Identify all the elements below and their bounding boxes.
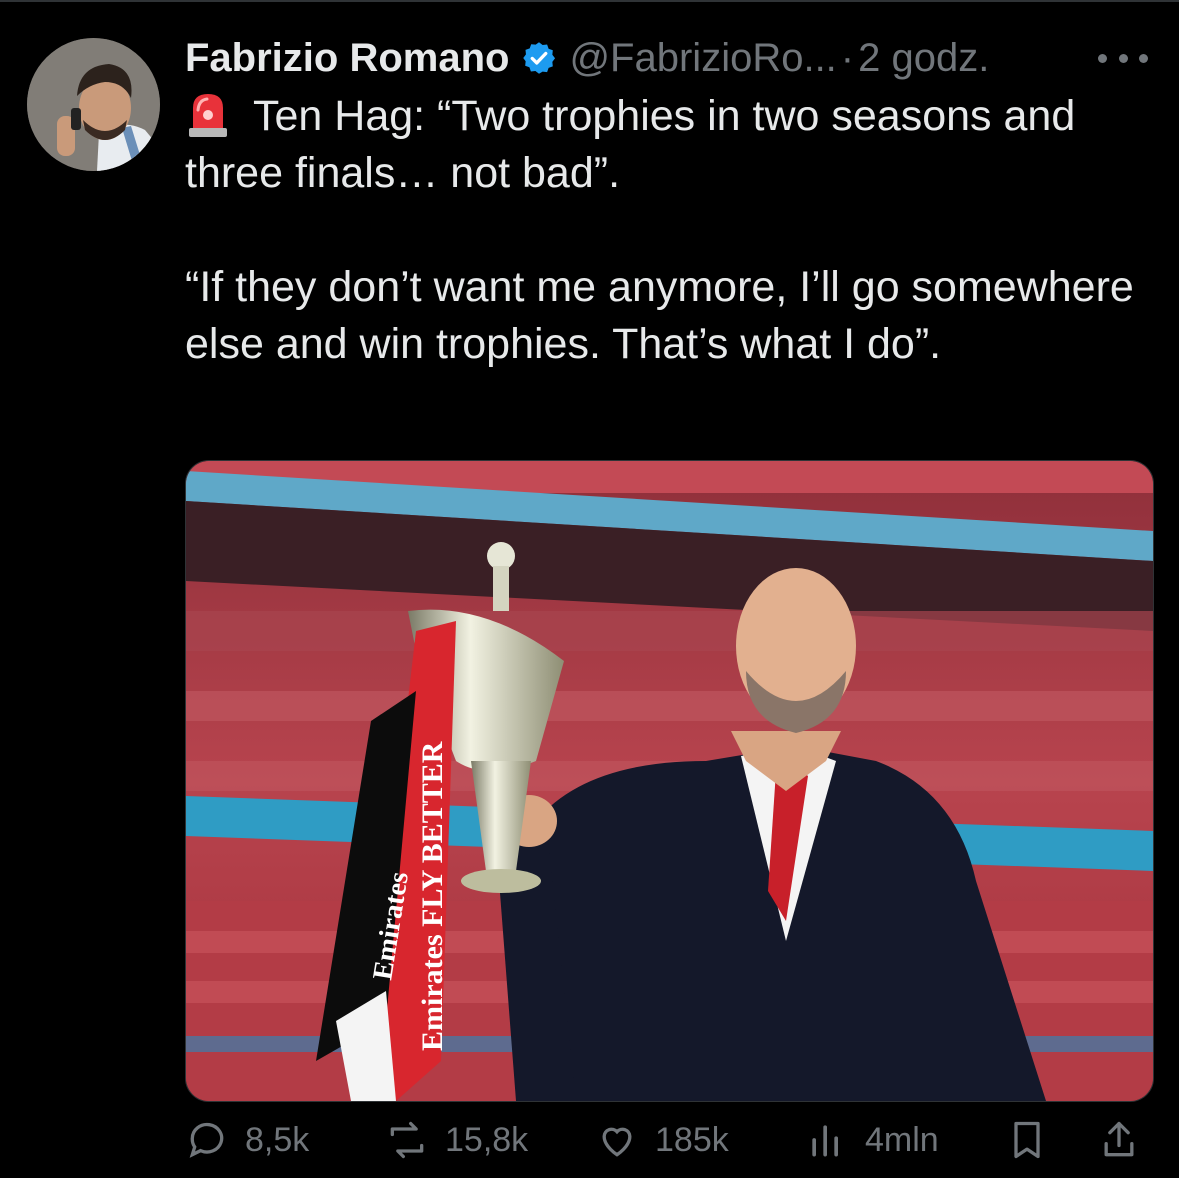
tweet-line-1: Ten Hag: “Two trophies in two seasons an… xyxy=(185,92,1076,197)
tweet-timestamp[interactable]: 2 godz. xyxy=(858,36,989,81)
views-count: 4mln xyxy=(865,1120,939,1159)
like-button[interactable]: 185k xyxy=(595,1118,729,1162)
tweet-media-image[interactable]: Emirates FLY BETTER Emirates xyxy=(185,460,1154,1102)
share-button[interactable] xyxy=(1097,1118,1141,1162)
separator-dot: · xyxy=(840,35,855,80)
media-photo: Emirates FLY BETTER Emirates xyxy=(186,461,1153,1101)
ribbon-text-1: Emirates FLY BETTER xyxy=(416,741,449,1051)
avatar[interactable] xyxy=(27,38,160,171)
siren-icon xyxy=(189,94,227,137)
more-options-icon[interactable] xyxy=(1098,38,1148,78)
repost-button[interactable]: 15,8k xyxy=(385,1118,528,1162)
views-button[interactable]: 4mln xyxy=(805,1118,939,1162)
like-count: 185k xyxy=(655,1120,729,1159)
tweet-text: Ten Hag: “Two trophies in two seasons an… xyxy=(185,88,1155,373)
heart-icon xyxy=(602,1127,632,1157)
tweet-actions: 8,5k 15,8k 185k 4mln xyxy=(185,1118,1145,1178)
reply-icon xyxy=(189,1122,224,1158)
bookmark-button[interactable] xyxy=(1005,1118,1049,1162)
author-name[interactable]: Fabrizio Romano xyxy=(185,36,509,81)
repost-icon xyxy=(390,1121,424,1159)
verified-badge-icon xyxy=(523,42,556,74)
tweet-header: Fabrizio Romano @FabrizioRo... · 2 godz. xyxy=(185,32,989,84)
bookmark-icon xyxy=(1014,1121,1040,1159)
tweet-line-2: “If they don’t want me anymore, I’ll go … xyxy=(185,263,1134,368)
views-icon xyxy=(812,1125,838,1157)
tweet-paragraph-1: Ten Hag: “Two trophies in two seasons an… xyxy=(185,88,1155,202)
author-handle[interactable]: @FabrizioRo... xyxy=(569,36,836,81)
top-divider xyxy=(0,0,1179,2)
reply-count: 8,5k xyxy=(245,1120,310,1159)
reply-button[interactable]: 8,5k xyxy=(185,1118,309,1162)
avatar-image xyxy=(27,38,160,171)
repost-count: 15,8k xyxy=(445,1120,529,1159)
share-icon xyxy=(1104,1121,1134,1157)
